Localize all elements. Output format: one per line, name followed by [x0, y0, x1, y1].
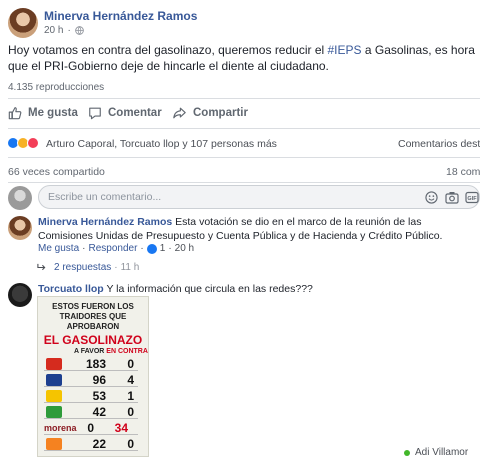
divider [8, 157, 480, 158]
divider [8, 98, 480, 99]
commenter-avatar[interactable] [8, 216, 32, 240]
replies-count: 2 respuestas [54, 262, 112, 273]
votes-for: 22 [92, 436, 106, 451]
action-dot: · [140, 243, 144, 254]
party-logo-icon [46, 437, 62, 450]
replies-time: 11 h [120, 262, 140, 273]
votes-against: 4 [127, 372, 134, 387]
svg-text:GIF: GIF [467, 196, 477, 202]
comment-like-badge-icon [146, 243, 157, 254]
action-dot: · [168, 243, 172, 254]
votes-against: 34 [114, 420, 128, 435]
comment-image[interactable]: ESTOS FUERON LOS TRAIDORES QUE APROBARON… [37, 296, 149, 457]
emoji-icon[interactable] [425, 191, 438, 204]
hashtag-link[interactable]: #IEPS [328, 43, 362, 57]
party-logo-icon [46, 357, 62, 370]
meme-title: EL GASOLINAZO [43, 333, 143, 347]
votes-for: 183 [85, 356, 106, 371]
reaction-icons[interactable] [7, 137, 47, 151]
replies-dot: · [114, 262, 118, 273]
post-meta: 20 h · [44, 25, 84, 36]
vote-row: 53 1 [44, 389, 138, 403]
vote-row: 22 0 [44, 437, 138, 451]
thumbs-up-icon [8, 107, 22, 120]
like-button[interactable]: Me gusta [8, 106, 78, 120]
comment-like-link[interactable]: Me gusta [38, 243, 79, 254]
comment-actions: Me gusta · Responder · 1 · 20 h [38, 243, 194, 254]
column-for: A FAVOR [74, 348, 105, 355]
post-time[interactable]: 20 h [44, 25, 63, 36]
comments-sort[interactable]: Comentarios destaca [398, 138, 480, 150]
meme-columns: A FAVOR EN CONTRA [74, 348, 148, 355]
comment-author[interactable]: Torcuato llop [38, 283, 104, 295]
meme-line1: ESTOS FUERON LOS [52, 302, 134, 311]
party-logo-icon [46, 405, 62, 418]
comment-icon [89, 107, 101, 120]
post-text: Hoy votamos en contra del gasolinazo, qu… [8, 42, 476, 74]
share-icon [173, 107, 186, 119]
votes-against: 0 [127, 404, 134, 419]
comment-reaction-count[interactable]: 1 [160, 243, 166, 254]
vote-row: 42 0 [44, 405, 138, 419]
votes-for: 96 [92, 372, 106, 387]
comment-author[interactable]: Minerva Hernández Ramos [38, 216, 172, 228]
comment-count[interactable]: 18 come [446, 166, 480, 178]
votes-against: 1 [127, 388, 134, 403]
party-name: morena [44, 422, 77, 433]
meme-line3: APROBARON [66, 322, 120, 331]
vote-row: 183 0 [44, 357, 138, 371]
action-dot: · [82, 243, 86, 254]
votes-against: 0 [127, 356, 134, 371]
post-text-part1: Hoy votamos en contra del gasolinazo, qu… [8, 43, 328, 57]
share-count[interactable]: 66 veces compartido [8, 166, 105, 178]
like-label: Me gusta [28, 107, 78, 119]
chat-contact-name: Adi Villamor [415, 447, 469, 457]
divider [8, 182, 480, 183]
comment-body: Torcuato llop Y la información que circu… [38, 282, 468, 296]
column-against: EN CONTRA [106, 348, 148, 355]
chat-contact[interactable]: Adi Villamor [404, 447, 468, 457]
votes-for: 42 [92, 404, 106, 419]
vote-row: 96 4 [44, 373, 138, 387]
share-button[interactable]: Compartir [172, 106, 248, 120]
reply-arrow-icon [37, 263, 46, 271]
comment-label: Comentar [108, 107, 162, 119]
votes-for: 0 [87, 420, 94, 435]
view-count: 4.135 reproducciones [8, 82, 105, 93]
gif-icon[interactable]: GIF [465, 191, 479, 204]
vote-row: morena 0 34 [44, 421, 138, 435]
camera-icon[interactable] [445, 191, 459, 204]
love-reaction-icon [27, 137, 39, 149]
current-user-avatar [8, 186, 32, 210]
comment-reply-link[interactable]: Responder [88, 243, 137, 254]
divider [8, 128, 480, 129]
commenter-avatar[interactable] [8, 283, 32, 307]
share-label: Compartir [193, 107, 248, 119]
comment-time[interactable]: 20 h [175, 243, 194, 254]
post-author[interactable]: Minerva Hernández Ramos [44, 9, 197, 23]
party-logo-icon [46, 373, 62, 386]
meme-line2: TRAIDORES QUE [59, 312, 127, 321]
online-dot-icon [404, 449, 410, 456]
votes-for: 53 [92, 388, 106, 403]
globe-icon [74, 26, 84, 35]
comment-body: Minerva Hernández Ramos Esta votación se… [38, 215, 468, 243]
author-avatar[interactable] [8, 8, 38, 38]
party-logo-icon [46, 389, 62, 402]
meta-dot: · [67, 25, 71, 36]
reactions-summary[interactable]: Arturo Caporal, Torcuato llop y 107 pers… [46, 138, 277, 150]
votes-against: 0 [127, 436, 134, 451]
comment-input-placeholder: Escribe un comentario... [48, 191, 162, 203]
comment-text: Y la información que circula en las rede… [106, 283, 313, 295]
comment-input[interactable]: Escribe un comentario... GIF [38, 185, 480, 209]
replies-link[interactable]: 2 respuestas · 11 h [36, 262, 139, 273]
comment-button[interactable]: Comentar [88, 106, 162, 120]
